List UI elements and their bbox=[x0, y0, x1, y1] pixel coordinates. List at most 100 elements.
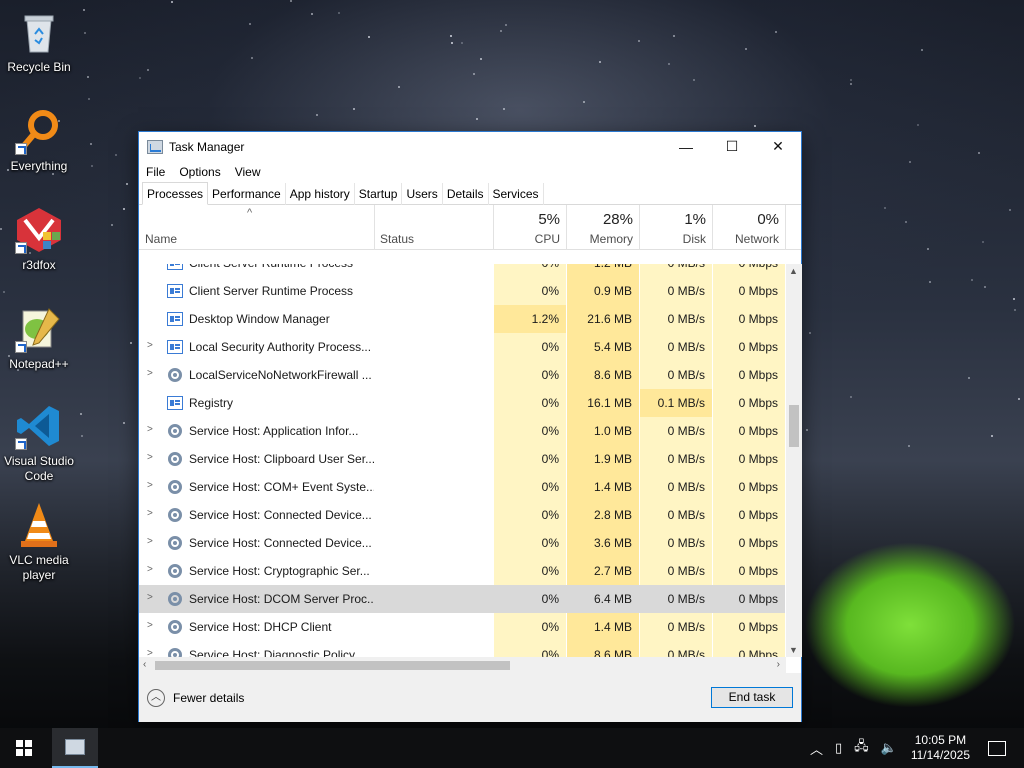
tab-app-history[interactable]: App history bbox=[286, 183, 355, 205]
desktop-icon-label: Visual Studio Code bbox=[4, 454, 74, 483]
column-header-cpu[interactable]: 5% CPU bbox=[494, 205, 566, 250]
process-row[interactable]: > Service Host: DCOM Server Proc... 0% 6.4 … bbox=[139, 585, 785, 613]
tab-startup[interactable]: Startup bbox=[355, 183, 403, 205]
process-row[interactable]: Client Server Runtime Process 0% 0.9 MB 0 M… bbox=[139, 277, 785, 305]
star bbox=[809, 332, 811, 334]
cpu-cell: 0% bbox=[494, 613, 566, 641]
star bbox=[353, 108, 355, 110]
notification-icon[interactable] bbox=[988, 740, 1006, 756]
process-row[interactable]: Registry 0% 16.1 MB 0.1 MB/s 0 Mbps bbox=[139, 389, 785, 417]
tablet-icon[interactable]: ▯ bbox=[835, 740, 842, 756]
star bbox=[450, 35, 452, 37]
column-header-disk[interactable]: 1% Disk bbox=[640, 205, 712, 250]
chevron-up-icon[interactable]: ︿ bbox=[810, 739, 823, 758]
chevron-right-icon[interactable]: > bbox=[147, 340, 153, 351]
menu-file[interactable]: File bbox=[146, 165, 165, 179]
process-name: Service Host: Connected Device... bbox=[189, 508, 372, 522]
process-row[interactable]: > Service Host: Diagnostic Policy ... 0% 8.… bbox=[139, 641, 785, 657]
scroll-left-icon[interactable]: ‹ bbox=[143, 659, 146, 670]
memory-cell: 6.4 MB bbox=[567, 585, 639, 613]
network-cell: 0 Mbps bbox=[713, 445, 785, 473]
process-row[interactable]: > Service Host: Application Infor... 0% 1.0… bbox=[139, 417, 785, 445]
tab-services[interactable]: Services bbox=[489, 183, 544, 205]
column-header-memory[interactable]: 28% Memory bbox=[567, 205, 639, 250]
clock[interactable]: 10:05 PM 11/14/2025 bbox=[911, 733, 970, 763]
tab-processes[interactable]: Processes bbox=[142, 182, 209, 205]
close-button[interactable]: ✕ bbox=[755, 132, 801, 161]
scroll-up-icon[interactable]: ▲ bbox=[789, 266, 798, 276]
column-label: Network bbox=[734, 232, 779, 246]
chevron-right-icon[interactable]: > bbox=[147, 508, 153, 519]
vertical-scrollbar[interactable]: ▲ ▼ bbox=[786, 264, 802, 657]
desktop-icon-vscode[interactable]: Visual Studio Code bbox=[0, 402, 78, 484]
horizontal-scroll-thumb[interactable] bbox=[155, 661, 510, 670]
window-icon bbox=[167, 312, 183, 326]
process-row[interactable]: > Service Host: Cryptographic Ser... 0% 2.7… bbox=[139, 557, 785, 585]
window-icon bbox=[167, 396, 183, 410]
column-header-network[interactable]: 0% Network bbox=[713, 205, 785, 250]
menu-view[interactable]: View bbox=[235, 165, 261, 179]
star bbox=[806, 429, 808, 431]
star bbox=[500, 30, 502, 32]
chevron-right-icon[interactable]: > bbox=[147, 592, 153, 603]
tab-users[interactable]: Users bbox=[402, 183, 443, 205]
process-name: Service Host: Connected Device... bbox=[189, 536, 372, 550]
vertical-scroll-thumb[interactable] bbox=[789, 405, 799, 447]
column-percent: 0% bbox=[757, 211, 779, 228]
column-header-status[interactable]: Status bbox=[374, 205, 493, 250]
desktop-icon-everything[interactable]: Everything bbox=[0, 107, 78, 174]
title-bar[interactable]: Task Manager — ☐ ✕ bbox=[139, 132, 801, 161]
tab-details[interactable]: Details bbox=[443, 183, 489, 205]
volume-muted-icon[interactable]: 🔈 bbox=[881, 740, 897, 756]
horizontal-scrollbar[interactable]: ‹ › bbox=[139, 657, 786, 673]
scroll-right-icon[interactable]: › bbox=[777, 659, 780, 670]
star bbox=[80, 413, 82, 415]
vlc-cone-icon bbox=[15, 501, 63, 549]
star bbox=[123, 422, 125, 424]
process-row[interactable]: > Service Host: COM+ Event Syste... 0% 1.4 … bbox=[139, 473, 785, 501]
desktop-icon-vlc[interactable]: VLC media player bbox=[0, 501, 78, 583]
desktop-icon-recycle-bin[interactable]: Recycle Bin bbox=[0, 8, 78, 75]
chevron-right-icon[interactable]: > bbox=[147, 368, 153, 379]
star bbox=[473, 73, 475, 75]
taskbar-task-manager[interactable] bbox=[52, 728, 98, 768]
desktop-icon-notepadpp[interactable]: Notepad++ bbox=[0, 305, 78, 372]
process-row[interactable]: > Local Security Authority Process... 0% 5.… bbox=[139, 333, 785, 361]
process-row[interactable]: > Service Host: DHCP Client 0% 1.4 MB 0 MB/s… bbox=[139, 613, 785, 641]
column-label: Name bbox=[145, 232, 178, 246]
menu-options[interactable]: Options bbox=[179, 165, 220, 179]
end-task-button[interactable]: End task bbox=[711, 687, 793, 708]
process-row[interactable]: > Service Host: Connected Device... 0% 3.6 … bbox=[139, 529, 785, 557]
minimize-button[interactable]: — bbox=[663, 132, 709, 161]
maximize-button[interactable]: ☐ bbox=[709, 132, 755, 161]
star bbox=[978, 152, 980, 154]
chevron-right-icon[interactable]: > bbox=[147, 648, 153, 657]
start-button[interactable] bbox=[0, 728, 48, 768]
process-row[interactable]: > LocalServiceNoNetworkFirewall ... 0% 8.6 … bbox=[139, 361, 785, 389]
notepadpp-icon bbox=[15, 305, 63, 353]
chevron-up-circle-icon: ︿ bbox=[147, 689, 165, 707]
scroll-down-icon[interactable]: ▼ bbox=[789, 645, 798, 655]
chevron-right-icon[interactable]: > bbox=[147, 480, 153, 491]
process-row[interactable]: Desktop Window Manager 1.2% 21.6 MB 0 MB/s 0… bbox=[139, 305, 785, 333]
chevron-right-icon[interactable]: > bbox=[147, 620, 153, 631]
process-row[interactable]: > Service Host: Connected Device... 0% 2.8 … bbox=[139, 501, 785, 529]
chevron-right-icon[interactable]: > bbox=[147, 564, 153, 575]
process-row[interactable]: > Service Host: Clipboard User Ser... 0% 1.… bbox=[139, 445, 785, 473]
star bbox=[171, 1, 173, 3]
disk-cell: 0 MB/s bbox=[640, 641, 712, 657]
column-percent: 1% bbox=[684, 211, 706, 228]
star bbox=[338, 12, 340, 14]
desktop-icon-r3dfox[interactable]: r3dfox bbox=[0, 206, 78, 273]
chevron-right-icon[interactable]: > bbox=[147, 536, 153, 547]
chevron-right-icon[interactable]: > bbox=[147, 452, 153, 463]
column-header-name[interactable]: ^ Name bbox=[139, 205, 374, 250]
shortcut-arrow-icon bbox=[15, 143, 27, 155]
chevron-right-icon[interactable]: > bbox=[147, 424, 153, 435]
network-icon[interactable]: 🖧 bbox=[854, 737, 869, 759]
process-row[interactable]: Client Server Runtime Process0%1.2 MB0 M… bbox=[139, 264, 785, 277]
fewer-details-toggle[interactable]: ︿ Fewer details bbox=[147, 689, 244, 707]
disk-cell: 0 MB/s bbox=[640, 305, 712, 333]
tab-performance[interactable]: Performance bbox=[208, 183, 286, 205]
disk-cell: 0 MB/s bbox=[640, 501, 712, 529]
